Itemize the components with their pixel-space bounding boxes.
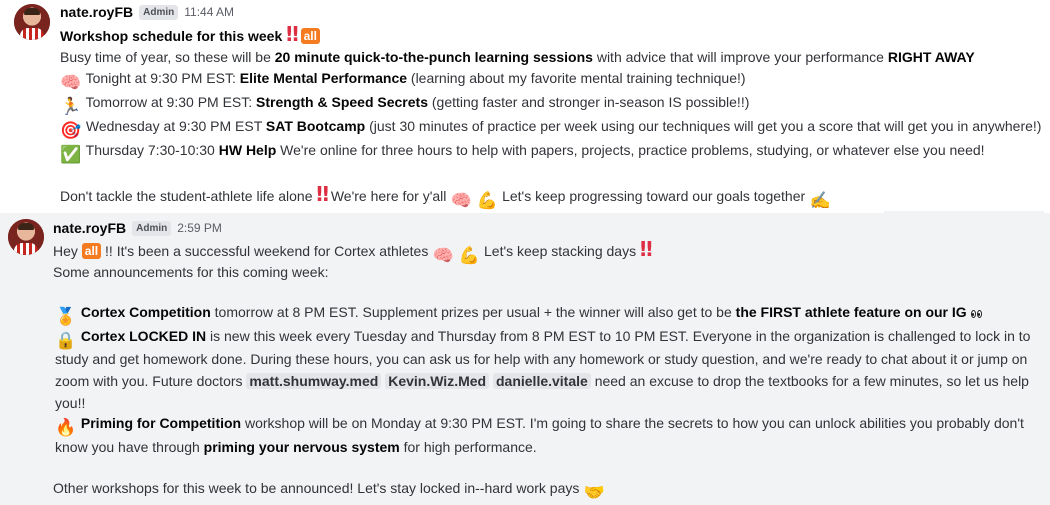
all-mention-badge[interactable]: all [81, 243, 102, 259]
announcement-text: study and get homework done. During thes… [55, 351, 1028, 367]
announcement-priming: 🔥 Priming for Competition workshop will … [55, 413, 1024, 439]
fire-icon: 🔥 [55, 418, 77, 437]
flexed-biceps-icon: 💪 [476, 191, 498, 210]
announcement-bold: priming your nervous system [203, 439, 400, 455]
schedule-item: 🧠 Tonight at 9:30 PM EST: Elite Mental P… [60, 68, 746, 94]
message-title-line: Workshop schedule for this week ‼ all [60, 24, 320, 46]
schedule-text: (getting faster and stronger in-season I… [427, 94, 750, 110]
flexed-biceps-icon: 💪 [458, 246, 480, 265]
announcement-competition: 🏅 Cortex Competition tomorrow at 8 PM ES… [55, 302, 983, 328]
announcement-text: you!! [55, 395, 86, 411]
intro-bold: RIGHT AWAY [887, 49, 975, 65]
closing-line: Don't tackle the student-athlete life al… [60, 184, 831, 212]
username[interactable]: nate.royFB [53, 220, 126, 236]
message-2: nate.royFB Admin 2:59 PM Hey all !! It's… [0, 213, 1050, 505]
schedule-text: Tomorrow at 9:30 PM EST: [85, 94, 257, 110]
medal-icon: 🏅 [55, 307, 77, 326]
announcement-text: know you have through [55, 439, 204, 455]
username[interactable]: nate.royFB [60, 4, 133, 20]
double-exclamation-icon: ‼ [316, 182, 328, 206]
brain-icon: 🧠 [432, 246, 454, 265]
schedule-item: 🏃 Tomorrow at 9:30 PM EST: Strength & Sp… [60, 92, 749, 118]
greeting-text: Let's keep stacking days [480, 243, 640, 259]
greeting-text: Hey [53, 243, 82, 259]
check-mark-icon: ✅ [60, 145, 82, 164]
target-icon: 🎯 [60, 121, 82, 140]
brain-icon: 🧠 [450, 191, 472, 210]
eyes-icon [970, 303, 983, 323]
announcements-intro: Some announcements for this coming week: [53, 264, 329, 280]
intro-line: Busy time of year, so these will be 20 m… [60, 47, 975, 67]
message-title: Workshop schedule for this week [60, 28, 283, 44]
schedule-item: 🎯 Wednesday at 9:30 PM EST SAT Bootcamp … [60, 116, 1041, 142]
user-mention[interactable]: Kevin.Wiz.Med [385, 373, 490, 389]
double-exclamation-icon: ‼ [286, 22, 298, 46]
schedule-text: (just 30 minutes of practice per week us… [365, 118, 1042, 134]
closing-text: We're here for y'all [326, 188, 451, 204]
handshake-icon: 🤝 [583, 483, 605, 502]
intro-text: with advice that will improve your perfo… [592, 49, 888, 65]
role-badge: Admin [132, 220, 172, 236]
announcement-bold: the FIRST athlete feature on our IG [735, 304, 967, 320]
schedule-text: (learning about my favorite mental train… [407, 70, 746, 86]
intro-bold: 20 minute quick-to-the-punch learning se… [274, 49, 593, 65]
message-1: nate.royFB Admin 11:44 AM Workshop sched… [0, 0, 1050, 213]
schedule-text: Thursday 7:30-10:30 [85, 142, 219, 158]
writing-hand-icon: ✍ [809, 191, 831, 210]
announcement-title: Cortex LOCKED IN [80, 328, 207, 344]
role-badge: Admin [139, 4, 179, 20]
intro-text: Busy time of year, so these will be [60, 49, 275, 65]
announcement-text: zoom with you. Future doctors [55, 373, 247, 389]
announcement-text: tomorrow at 8 PM EST. Supplement prizes … [210, 304, 736, 320]
runner-icon: 🏃 [60, 97, 82, 116]
announcement-text: for high performance. [399, 439, 537, 455]
schedule-text: Tonight at 9:30 PM EST: [85, 70, 240, 86]
announcement-text: is new this week every Tuesday and Thurs… [206, 328, 1031, 344]
schedule-title: Elite Mental Performance [239, 70, 408, 86]
avatar[interactable] [8, 219, 44, 255]
timestamp[interactable]: 11:44 AM [184, 5, 234, 19]
greeting-text: !! It's been a successful weekend for Co… [101, 243, 433, 259]
schedule-text: Wednesday at 9:30 PM EST [85, 118, 266, 134]
closing-text: Don't tackle the student-athlete life al… [60, 188, 317, 204]
user-mention[interactable]: danielle.vitale [492, 373, 591, 389]
message-header: nate.royFB Admin 2:59 PM [53, 220, 222, 236]
announcement-title: Cortex Competition [80, 304, 211, 320]
announcement-priming-line2: know you have through priming your nervo… [55, 437, 537, 457]
brain-icon: 🧠 [60, 73, 82, 92]
schedule-text: We're online for three hours to help wit… [276, 142, 985, 158]
announcement-text: need an excuse to drop the textbooks for… [590, 373, 1029, 389]
footer-line: Other workshops for this week to be anno… [53, 478, 605, 504]
user-mention[interactable]: matt.shumway.med [246, 373, 382, 389]
announcement-text: workshop will be on Monday at 9:30 PM ES… [241, 415, 1024, 431]
schedule-title: SAT Bootcamp [265, 118, 366, 134]
avatar[interactable] [14, 4, 50, 40]
schedule-title: HW Help [218, 142, 277, 158]
double-exclamation-icon: ‼ [639, 237, 652, 261]
footer-text: Other workshops for this week to be anno… [53, 480, 584, 496]
announcement-mentions-line: zoom with you. Future doctors matt.shumw… [55, 371, 1029, 391]
message-header: nate.royFB Admin 11:44 AM [60, 4, 234, 20]
all-mention-badge[interactable]: all [300, 28, 320, 44]
closing-text: Let's keep progressing toward our goals … [498, 188, 810, 204]
schedule-item: ✅ Thursday 7:30-10:30 HW Help We're onli… [60, 140, 985, 166]
announcement-title: Priming for Competition [80, 415, 242, 431]
timestamp[interactable]: 2:59 PM [177, 221, 222, 235]
schedule-title: Strength & Speed Secrets [256, 94, 428, 110]
